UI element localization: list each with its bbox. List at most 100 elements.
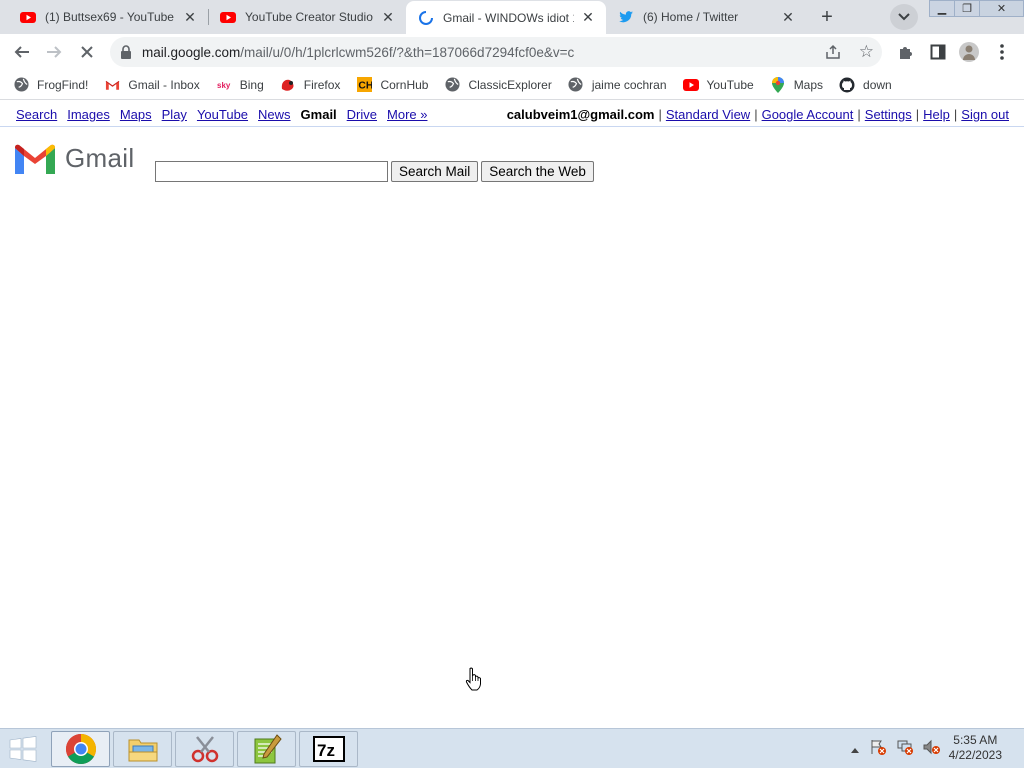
window-close-button[interactable]: ✕ bbox=[979, 0, 1024, 17]
hand-cursor-icon bbox=[465, 667, 481, 691]
taskbar-clock[interactable]: 5:35 AM 4/22/2023 bbox=[949, 733, 1002, 763]
start-button[interactable] bbox=[6, 735, 40, 763]
side-panel-button[interactable] bbox=[928, 42, 948, 62]
back-arrow-icon bbox=[14, 46, 29, 58]
stop-x-icon bbox=[81, 46, 93, 58]
bookmark-gmail-inbox[interactable]: Gmail - Inbox bbox=[104, 77, 200, 93]
twitter-icon bbox=[619, 11, 633, 23]
address-bar[interactable]: mail.google.com/mail/u/0/h/1plcrlcwm526f… bbox=[110, 37, 882, 67]
search-form: Search Mail Search the Web bbox=[155, 161, 594, 182]
menu-button[interactable] bbox=[992, 42, 1012, 62]
bookmark-label: Bing bbox=[239, 77, 264, 92]
gbar-link-search[interactable]: Search bbox=[16, 107, 57, 122]
taskbar-file-explorer[interactable] bbox=[113, 731, 172, 767]
taskbar-chrome[interactable] bbox=[51, 731, 110, 767]
tab-title: Gmail - WINDOWs idiot 1 bbox=[443, 10, 574, 25]
account-email: calubveim1@gmail.com bbox=[506, 107, 655, 122]
close-tab-icon[interactable]: ✕ bbox=[380, 9, 396, 25]
minimize-icon: ▁ bbox=[937, 3, 947, 15]
gmail-m-icon bbox=[15, 144, 55, 174]
bookmark-cornhub[interactable]: CH CornHub bbox=[356, 77, 428, 93]
taskbar-notepad-plus-plus[interactable] bbox=[237, 731, 296, 767]
svg-text:sky: sky bbox=[217, 81, 231, 90]
divider: | bbox=[658, 107, 662, 122]
settings-link[interactable]: Settings bbox=[865, 107, 912, 122]
stop-loading-button[interactable] bbox=[74, 39, 100, 65]
close-tab-icon[interactable]: ✕ bbox=[580, 9, 596, 26]
divider: | bbox=[754, 107, 758, 122]
tab-search-button[interactable] bbox=[890, 4, 918, 30]
divider: | bbox=[857, 107, 861, 122]
bookmark-down[interactable]: down bbox=[839, 77, 892, 93]
sign-out-link[interactable]: Sign out bbox=[961, 107, 1009, 122]
help-link[interactable]: Help bbox=[923, 107, 950, 122]
taskbar-7zip[interactable]: 7z bbox=[299, 731, 358, 767]
network-icon[interactable] bbox=[896, 739, 914, 760]
globe-icon bbox=[13, 77, 29, 93]
volume-muted-icon[interactable] bbox=[923, 739, 941, 760]
forward-button[interactable] bbox=[41, 39, 67, 65]
tab-twitter[interactable]: (6) Home / Twitter ✕ bbox=[606, 0, 806, 34]
globe-icon bbox=[444, 77, 460, 93]
new-tab-button[interactable]: + bbox=[813, 4, 841, 30]
back-button[interactable] bbox=[9, 39, 35, 65]
youtube-icon bbox=[682, 77, 699, 93]
search-mail-button[interactable]: Search Mail bbox=[391, 161, 479, 182]
bookmark-classicexplorer[interactable]: ClassicExplorer bbox=[444, 77, 552, 93]
gbar-link-youtube[interactable]: YouTube bbox=[197, 107, 248, 122]
bookmark-firefox[interactable]: Firefox bbox=[280, 77, 340, 93]
restore-button[interactable]: ❐ bbox=[954, 0, 980, 17]
taskbar-snipping-tool[interactable] bbox=[175, 731, 234, 767]
tab-gmail-active[interactable]: Gmail - WINDOWs idiot 1 ✕ bbox=[406, 1, 606, 34]
bookmark-label: ClassicExplorer bbox=[468, 77, 552, 92]
profile-button[interactable] bbox=[959, 42, 979, 62]
search-mail-input[interactable] bbox=[155, 161, 388, 182]
clock-date: 4/22/2023 bbox=[948, 748, 1002, 762]
side-panel-icon bbox=[930, 44, 946, 60]
bookmark-label: FrogFind! bbox=[37, 77, 89, 92]
tab-title: YouTube Creator Studio bbox=[245, 10, 373, 24]
show-hidden-icons-icon[interactable] bbox=[850, 741, 860, 759]
url-text: mail.google.com/mail/u/0/h/1plcrlcwm526f… bbox=[142, 45, 574, 60]
bookmark-star-icon[interactable]: ☆ bbox=[859, 42, 874, 62]
standard-view-link[interactable]: Standard View bbox=[666, 107, 750, 122]
bookmark-jaime-cochran[interactable]: jaime cochran bbox=[568, 77, 667, 93]
bookmark-bing[interactable]: sky Bing bbox=[215, 77, 264, 93]
close-tab-icon[interactable]: ✕ bbox=[780, 9, 796, 25]
google-account-link[interactable]: Google Account bbox=[762, 107, 854, 122]
search-web-button[interactable]: Search the Web bbox=[481, 161, 594, 182]
extensions-button[interactable] bbox=[896, 42, 916, 62]
bookmark-label: jaime cochran bbox=[591, 77, 667, 92]
gbar-link-drive[interactable]: Drive bbox=[347, 107, 377, 122]
gmail-wordmark: Gmail bbox=[65, 143, 135, 173]
svg-text:7z: 7z bbox=[317, 741, 335, 760]
close-icon: ✕ bbox=[996, 3, 1007, 15]
plus-icon: + bbox=[821, 5, 833, 28]
close-tab-icon[interactable]: ✕ bbox=[182, 9, 198, 25]
bookmark-frogfind[interactable]: FrogFind! bbox=[13, 77, 88, 93]
system-tray bbox=[850, 739, 941, 760]
svg-text:CH: CH bbox=[358, 81, 372, 92]
forward-arrow-icon bbox=[47, 46, 62, 58]
avatar bbox=[959, 42, 979, 62]
bookmark-youtube[interactable]: YouTube bbox=[682, 77, 754, 93]
action-center-flag-icon[interactable] bbox=[869, 739, 887, 760]
minimize-button[interactable]: ▁ bbox=[929, 0, 955, 17]
gbar-link-maps[interactable]: Maps bbox=[120, 107, 152, 122]
windows-taskbar: 7z 5:35 AM 4/22/2023 bbox=[0, 728, 1024, 768]
google-services-nav: Search Images Maps Play YouTube News Gma… bbox=[16, 107, 437, 122]
restore-icon: ❐ bbox=[962, 3, 972, 15]
gbar-link-more[interactable]: More » bbox=[387, 107, 427, 122]
youtube-icon bbox=[220, 12, 236, 23]
gbar-link-images[interactable]: Images bbox=[67, 107, 110, 122]
share-icon[interactable] bbox=[824, 43, 842, 61]
github-icon bbox=[839, 77, 855, 93]
gmail-logo[interactable]: Gmail bbox=[15, 143, 134, 174]
tab-youtube-creator-studio[interactable]: YouTube Creator Studio ✕ bbox=[208, 0, 406, 34]
notepad-plus-plus-icon bbox=[254, 734, 282, 764]
firefox-icon bbox=[280, 77, 296, 93]
gbar-link-play[interactable]: Play bbox=[162, 107, 187, 122]
gbar-link-news[interactable]: News bbox=[258, 107, 291, 122]
tab-youtube-buttsex69[interactable]: (1) Buttsex69 - YouTube ✕ bbox=[8, 0, 208, 34]
bookmark-maps[interactable]: Maps bbox=[770, 76, 823, 93]
